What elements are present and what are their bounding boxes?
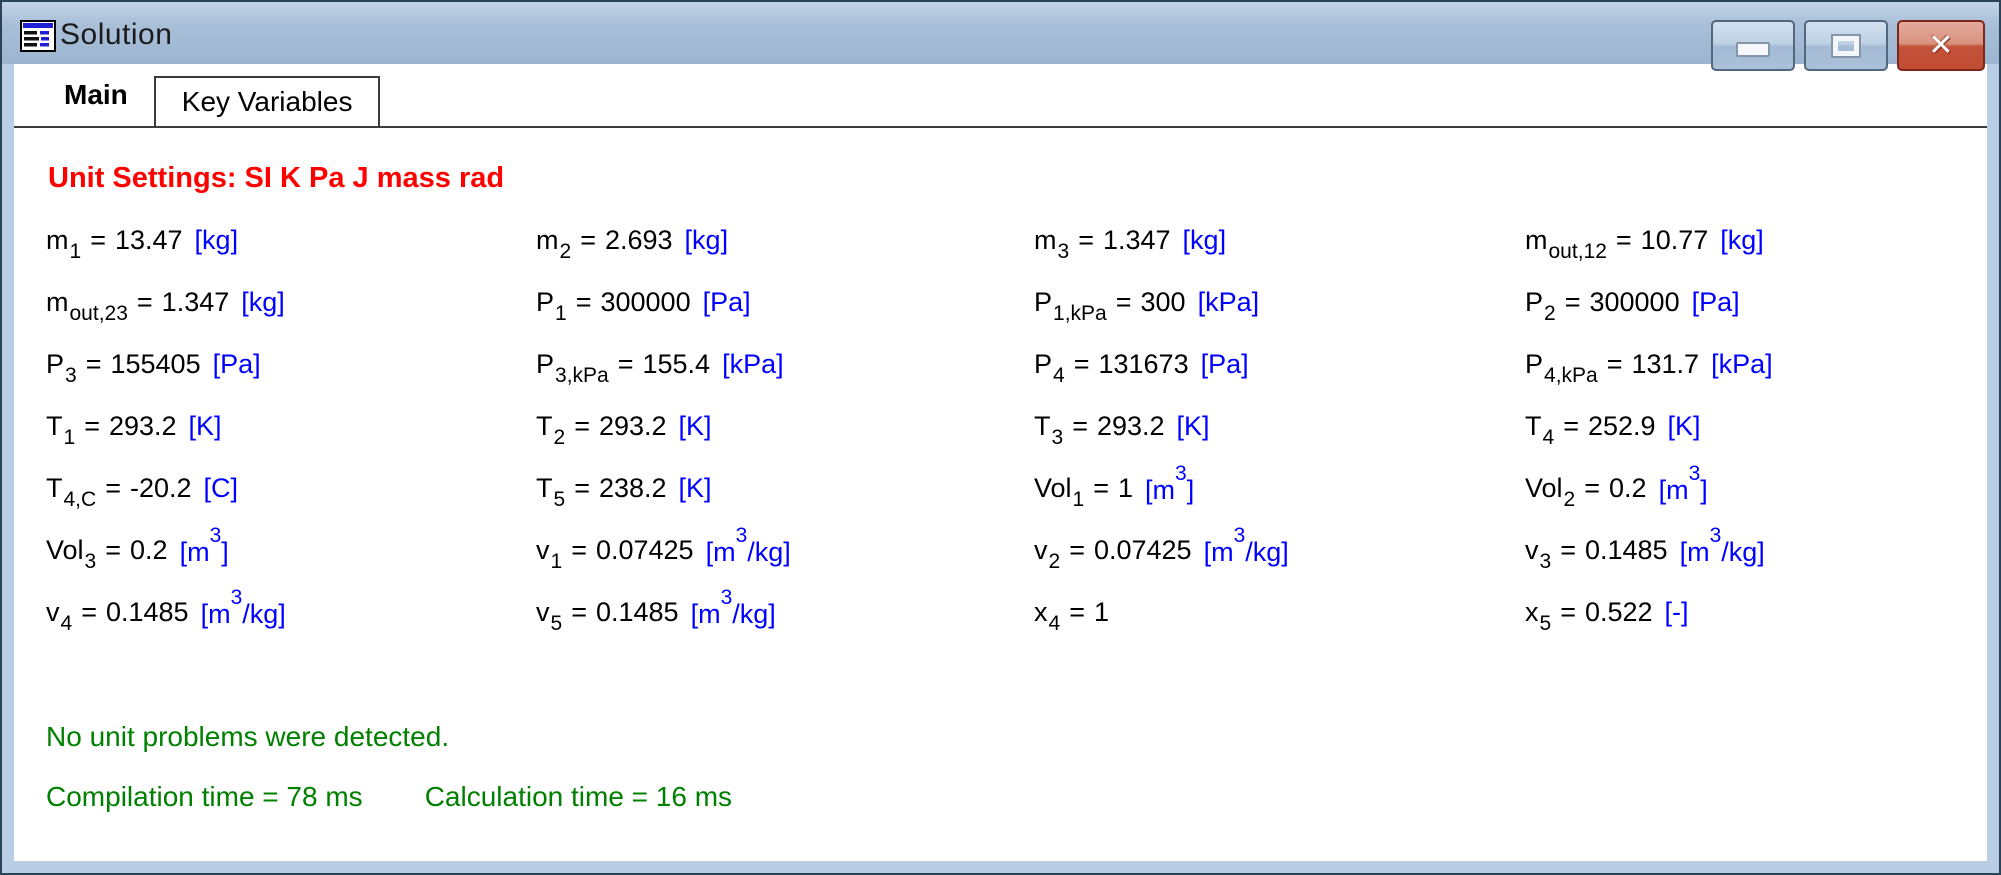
variable-m-3: m3=1.347[kg] bbox=[1034, 209, 1525, 271]
variable-v-5: v5=0.1485[m3/kg] bbox=[536, 581, 1034, 643]
window-controls: ✕ bbox=[1711, 20, 1985, 71]
minimize-icon bbox=[1736, 42, 1770, 57]
variable-m-out-12: mout,12=10.77[kg] bbox=[1525, 209, 1987, 271]
variable-vol-3: Vol3=0.2[m3] bbox=[46, 519, 536, 581]
variable-p-4-kpa: P4,kPa=131.7[kPa] bbox=[1525, 333, 1987, 395]
variable-p-2: P2=300000[Pa] bbox=[1525, 271, 1987, 333]
variable-p-1-kpa: P1,kPa=300[kPa] bbox=[1034, 271, 1525, 333]
variable-t-2: T2=293.2[K] bbox=[536, 395, 1034, 457]
window-frame: MainKey Variables Unit Settings: SI K Pa… bbox=[2, 64, 1999, 873]
variable-t-4-c: T4,C=-20.2[C] bbox=[46, 457, 536, 519]
variable-p-3-kpa: P3,kPa=155.4[kPa] bbox=[536, 333, 1034, 395]
variable-t-1: T1=293.2[K] bbox=[46, 395, 536, 457]
variable-x-5: x5=0.522[-] bbox=[1525, 581, 1987, 643]
variable-t-5: T5=238.2[K] bbox=[536, 457, 1034, 519]
unit-problems-message: No unit problems were detected. bbox=[46, 721, 1987, 753]
solution-window: Solution ✕ MainKey Variables Unit Settin… bbox=[0, 0, 2001, 875]
variable-t-4: T4=252.9[K] bbox=[1525, 395, 1987, 457]
variable-vol-2: Vol2=0.2[m3] bbox=[1525, 457, 1987, 519]
variable-v-1: v1=0.07425[m3/kg] bbox=[536, 519, 1034, 581]
tab-bar: MainKey Variables bbox=[14, 64, 1987, 128]
variable-vol-1: Vol1=1[m3] bbox=[1034, 457, 1525, 519]
solution-content: Unit Settings: SI K Pa J mass rad m1=13.… bbox=[14, 162, 1987, 813]
restore-icon bbox=[1831, 34, 1861, 58]
variable-t-3: T3=293.2[K] bbox=[1034, 395, 1525, 457]
variable-v-3: v3=0.1485[m3/kg] bbox=[1525, 519, 1987, 581]
unit-settings-text: Unit Settings: SI K Pa J mass rad bbox=[48, 162, 1987, 195]
calculation-time: Calculation time = 16 ms bbox=[425, 781, 732, 813]
minimize-button[interactable] bbox=[1711, 20, 1795, 71]
variable-p-4: P4=131673[Pa] bbox=[1034, 333, 1525, 395]
variable-m-out-23: mout,23=1.347[kg] bbox=[46, 271, 536, 333]
close-icon: ✕ bbox=[1928, 31, 1953, 61]
restore-button[interactable] bbox=[1804, 20, 1888, 71]
variable-m-2: m2=2.693[kg] bbox=[536, 209, 1034, 271]
compilation-time: Compilation time = 78 ms bbox=[46, 781, 363, 813]
variable-p-3: P3=155405[Pa] bbox=[46, 333, 536, 395]
solution-window-icon bbox=[20, 20, 56, 52]
variable-v-4: v4=0.1485[m3/kg] bbox=[46, 581, 536, 643]
variable-v-2: v2=0.07425[m3/kg] bbox=[1034, 519, 1525, 581]
timing-row: Compilation time = 78 ms Calculation tim… bbox=[46, 781, 1987, 813]
variables-grid: m1=13.47[kg]m2=2.693[kg]m3=1.347[kg]mout… bbox=[46, 209, 1987, 643]
variable-m-1: m1=13.47[kg] bbox=[46, 209, 536, 271]
window-title: Solution bbox=[60, 18, 172, 52]
titlebar[interactable]: Solution ✕ bbox=[2, 2, 1999, 64]
close-button[interactable]: ✕ bbox=[1897, 20, 1985, 71]
variable-p-1: P1=300000[Pa] bbox=[536, 271, 1034, 333]
variable-x-4: x4=1 bbox=[1034, 581, 1525, 643]
tab-main[interactable]: Main bbox=[38, 64, 154, 126]
tab-key-variables[interactable]: Key Variables bbox=[154, 76, 381, 126]
